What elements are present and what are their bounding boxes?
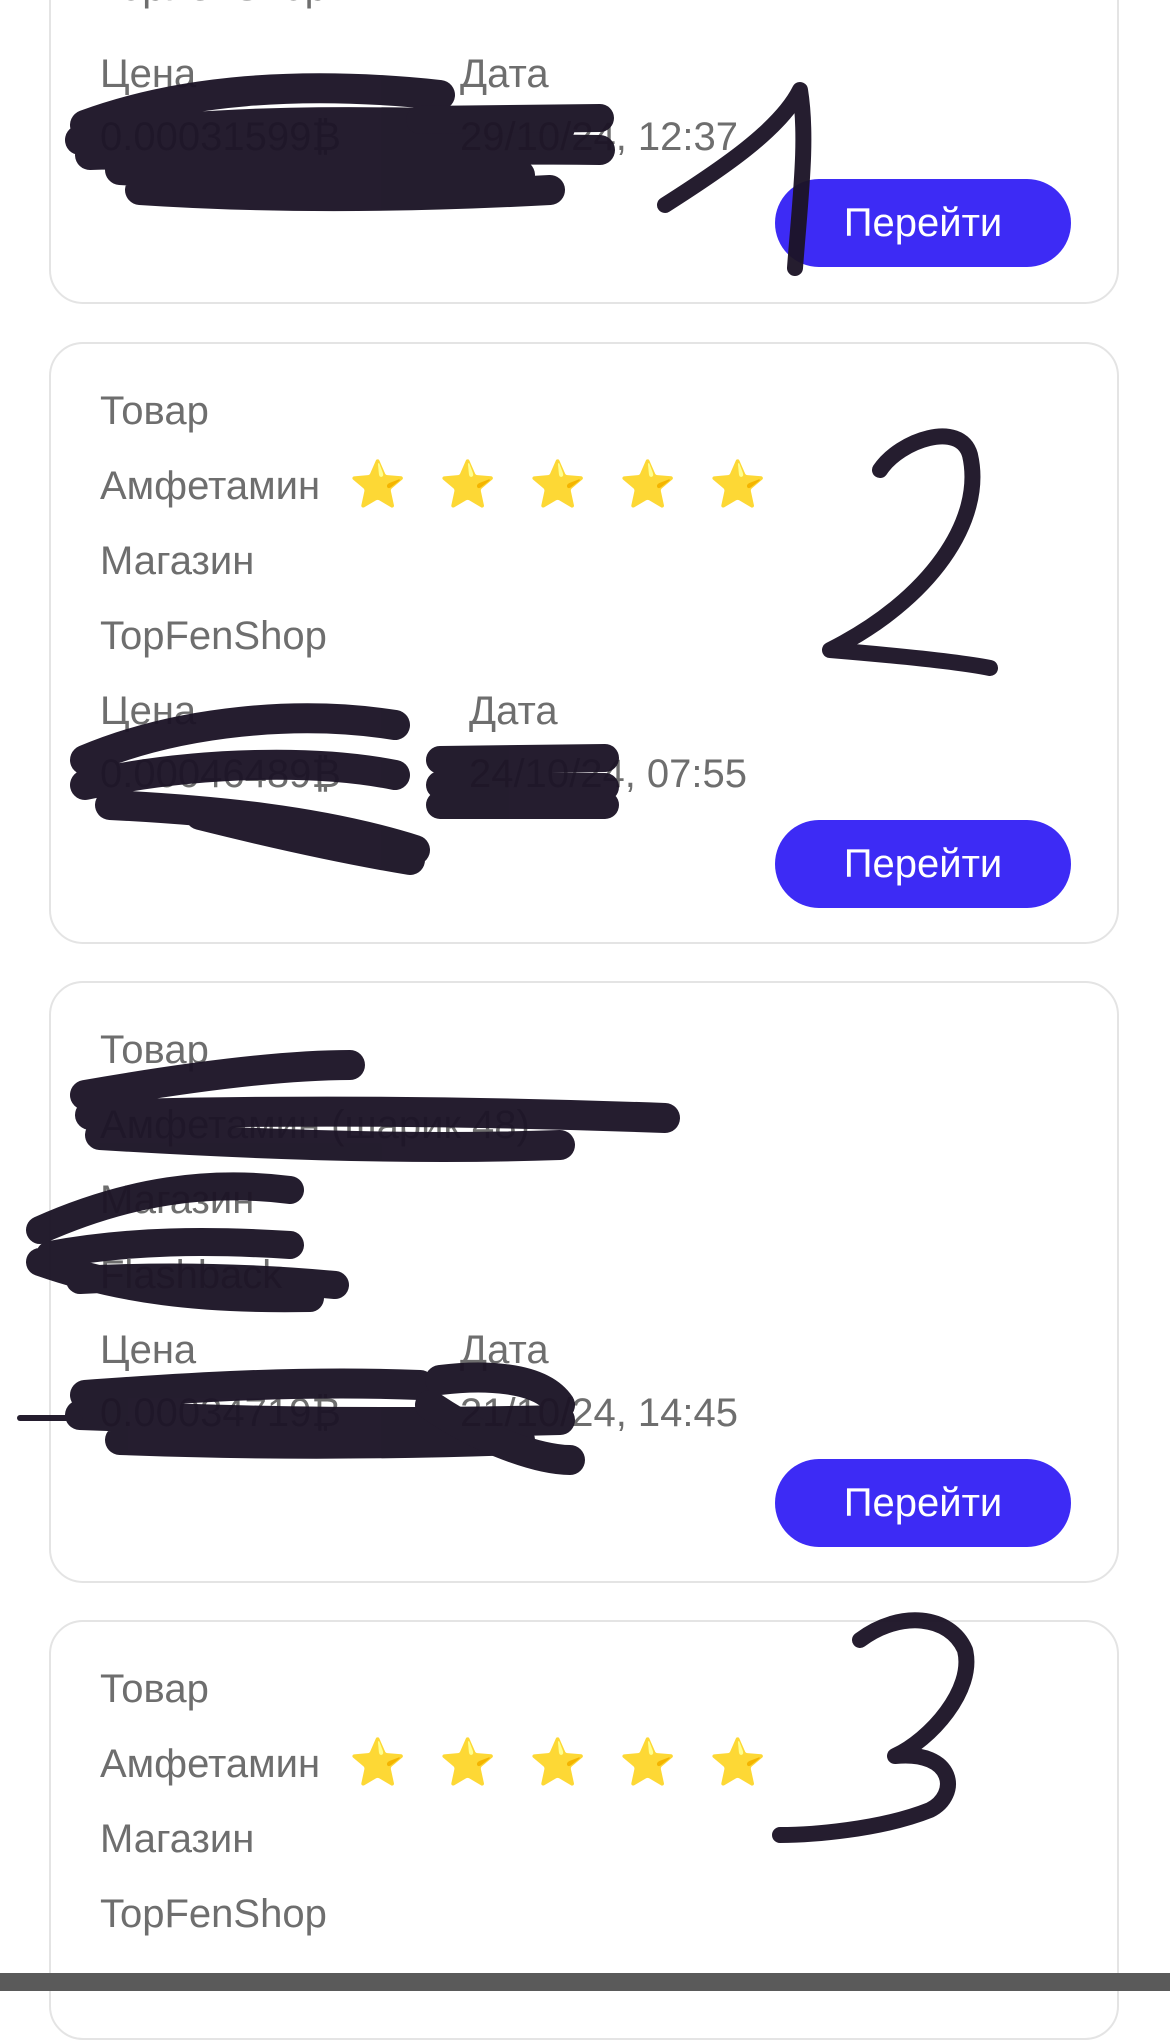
shop-label: Магазин [100,1817,255,1861]
date-value: 29/10/24, 12:37 [460,115,739,159]
price-value: 0.00031599₿ [100,115,341,159]
rating-stars: ⭐ ⭐ ⭐ ⭐ ⭐ [349,458,777,510]
price-label: Цена [100,689,197,733]
date-label: Дата [460,52,549,96]
price-value: 0.00034719₿ [100,1391,341,1435]
order-card: Товар Амфетамин (шарик 48) Магазин Flash… [49,981,1119,1583]
rating-stars: ⭐ ⭐ ⭐ ⭐ ⭐ [349,1736,777,1788]
date-value: 21/10/24, 14:45 [460,1391,739,1435]
product-label: Товар [100,389,209,433]
shop-label: Магазин [100,1178,255,1222]
product-value: Амфетамин [100,464,321,508]
order-card: Товар Амфетамин ⭐ ⭐ ⭐ ⭐ ⭐ Магазин TopFen… [49,342,1119,944]
shop-value: TopFenShop [100,614,327,658]
price-value: 0.00046489₿ [100,752,341,796]
product-value: Амфетамин (шарик 48) [100,1103,530,1147]
date-value: 24/10/24, 07:55 [469,752,748,796]
shop-value: TopFenShop [100,0,327,10]
go-button[interactable]: Перейти [775,1459,1071,1547]
date-label: Дата [460,1328,549,1372]
product-value: Амфетамин [100,1742,321,1786]
product-label: Товар [100,1028,209,1072]
price-label: Цена [100,1328,197,1372]
shop-label: Магазин [100,539,255,583]
shop-value: Flashback [100,1253,283,1297]
shop-value: TopFenShop [100,1892,327,1936]
product-label: Товар [100,1667,209,1711]
order-card: TopFenShop Цена Дата 0.00031599₿ 29/10/2… [49,0,1119,304]
go-button[interactable]: Перейти [775,179,1071,267]
go-button[interactable]: Перейти [775,820,1071,908]
home-indicator-bar [0,1973,1170,1991]
price-label: Цена [100,52,197,96]
date-label: Дата [469,689,558,733]
